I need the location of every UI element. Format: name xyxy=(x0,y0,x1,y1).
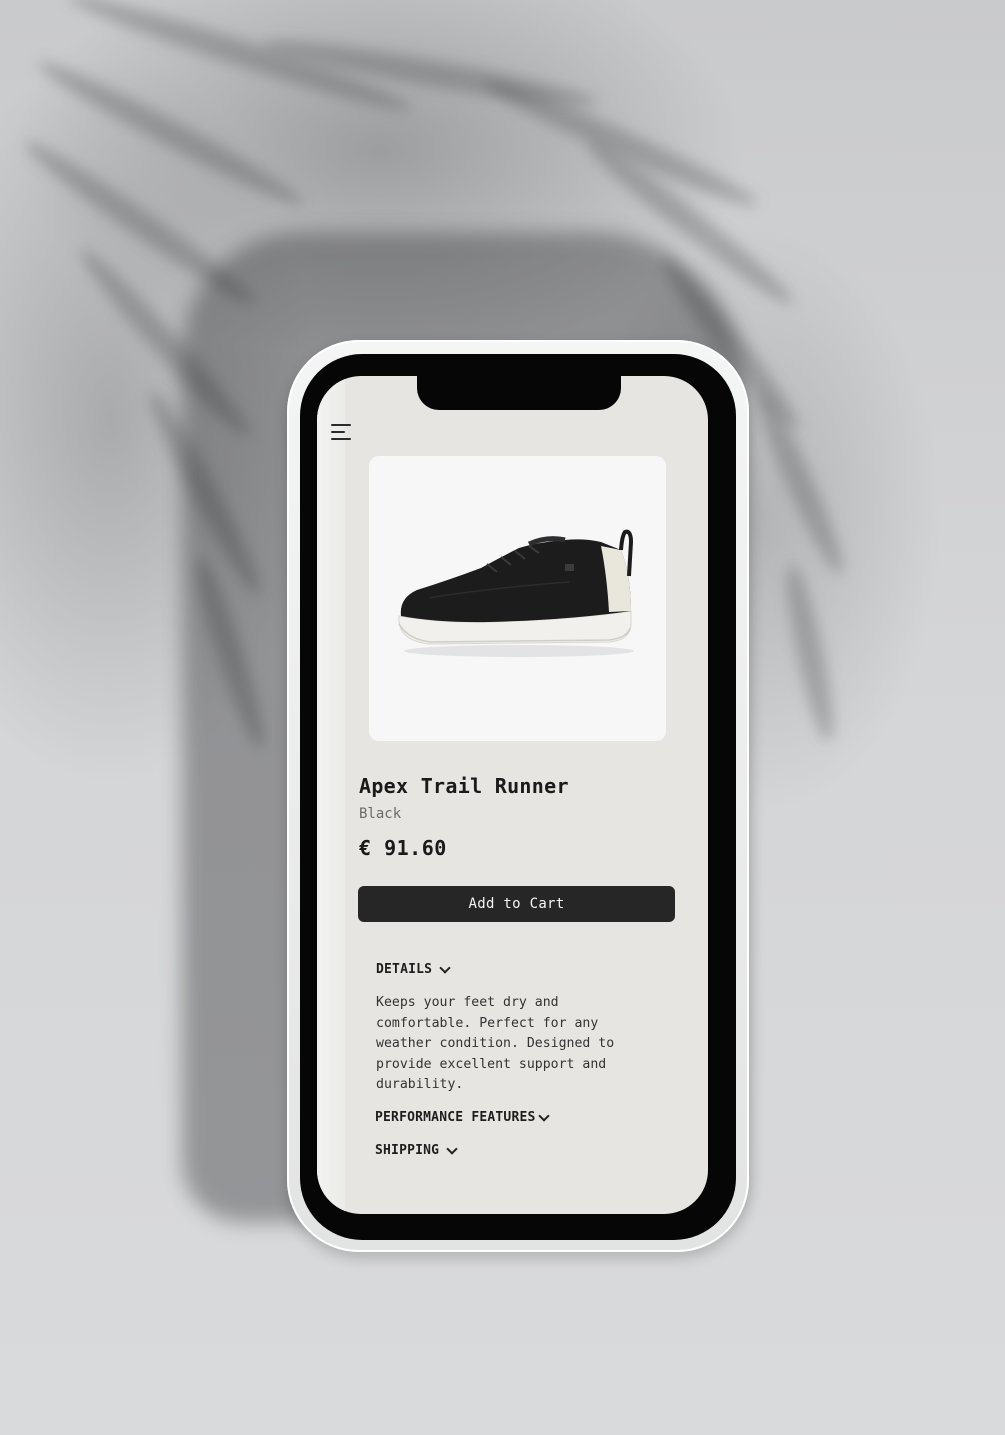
product-title: Apex Trail Runner xyxy=(359,774,569,798)
accordion-details-label: DETAILS xyxy=(376,962,433,977)
phone-screen: Apex Trail Runner Black € 91.60 Add to C… xyxy=(317,376,708,1214)
accordion-performance-header[interactable]: PERFORMANCE FEATURES xyxy=(375,1109,550,1125)
phone-notch xyxy=(417,376,621,410)
chevron-down-icon xyxy=(446,1142,458,1155)
leaf-shadow xyxy=(477,70,763,216)
leaf-shadow xyxy=(747,386,853,580)
product-price: € 91.60 xyxy=(359,836,447,860)
accordion-shipping-label: SHIPPING xyxy=(375,1143,440,1158)
add-to-cart-button[interactable]: Add to Cart xyxy=(358,886,675,922)
product-color-label: Black xyxy=(359,806,402,822)
accordion-performance-label: PERFORMANCE FEATURES xyxy=(375,1110,536,1125)
sneaker-image xyxy=(398,529,634,657)
accordion-shipping-header[interactable]: SHIPPING xyxy=(375,1142,458,1158)
product-image-card xyxy=(369,456,666,741)
leaf-shadow xyxy=(778,562,842,744)
chevron-down-icon xyxy=(439,961,451,974)
accordion-details-body: Keeps your feet dry and comfortable. Per… xyxy=(376,995,615,1093)
hamburger-menu-icon[interactable] xyxy=(331,424,353,442)
chevron-down-icon xyxy=(537,1109,550,1122)
screen-edge-strip xyxy=(317,376,345,1214)
accordion-details-header[interactable]: DETAILS xyxy=(376,961,451,977)
